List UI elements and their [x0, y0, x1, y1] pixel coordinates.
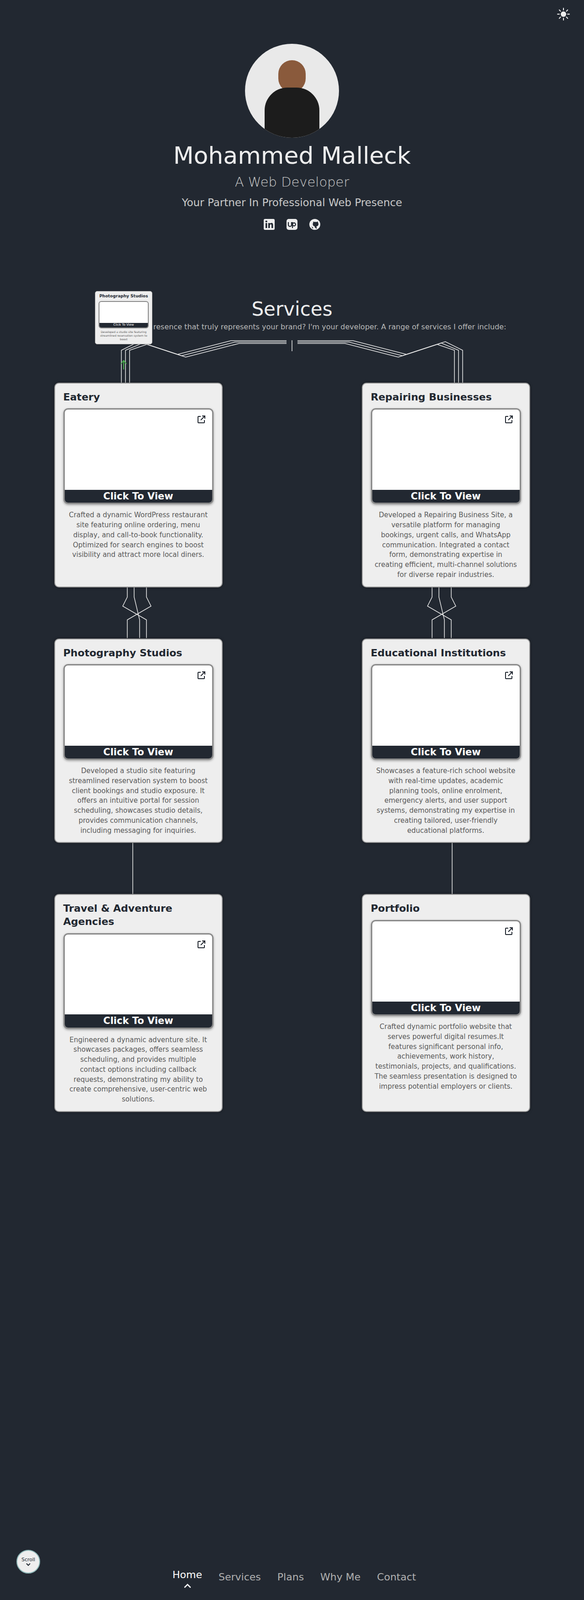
- theme-toggle-sun-icon[interactable]: [557, 7, 570, 21]
- scroll-label: Scroll: [21, 1557, 36, 1564]
- active-chevron-up-icon: [183, 1584, 192, 1589]
- external-link-icon[interactable]: [196, 671, 206, 681]
- external-link-icon[interactable]: [196, 415, 206, 425]
- tagline-text: Your Partner In Professional Web Presenc…: [181, 196, 402, 210]
- site-preview[interactable]: Click To View: [370, 920, 522, 1017]
- name-heading: Mohammed Malleck: [173, 141, 412, 170]
- click-to-view-button[interactable]: Click To View: [64, 745, 213, 759]
- service-card: Travel & Adventure Agencies Click To View…: [54, 894, 223, 1112]
- site-preview[interactable]: Click To View: [63, 933, 214, 1030]
- service-card: Educational Institutions Click To View Sho…: [361, 638, 531, 844]
- service-card-title: Educational Institutions: [370, 646, 522, 661]
- service-card-description: Engineered a dynamic adventure site. It …: [63, 1035, 214, 1106]
- service-card-description: Developed a studio site featuring stream…: [63, 766, 214, 836]
- services-section: Servicesresence that truly represents yo…: [0, 292, 584, 1113]
- nav-item[interactable]: Contact: [376, 1569, 417, 1585]
- linkedin-icon[interactable]: [263, 218, 276, 231]
- service-card-title: Travel & Adventure Agencies: [63, 902, 214, 929]
- services-subtitle-row: resence that truly represents your brand…: [0, 322, 584, 333]
- site-preview[interactable]: Click To View: [63, 664, 214, 761]
- preview-card-description: Developed a studio site featuring stream…: [98, 330, 149, 342]
- social-links: [263, 218, 321, 231]
- spacer: [0, 1112, 584, 1570]
- nav-link[interactable]: Home: [172, 1569, 203, 1583]
- click-to-view-button[interactable]: Click To View: [64, 1014, 213, 1028]
- external-link-icon[interactable]: [196, 940, 206, 950]
- service-card: Photography Studios Click To View Develope…: [54, 638, 223, 844]
- role-text: A Web Developer: [234, 174, 350, 191]
- service-card-title: Portfolio: [370, 902, 522, 916]
- services-grid: Eatery Click To View Crafted a dynamic Wor…: [54, 382, 531, 1113]
- avatar-photo: [245, 43, 339, 138]
- service-card-description: Crafted a dynamic WordPress restaurant s…: [63, 510, 214, 561]
- scroll-button[interactable]: Scroll: [16, 1550, 41, 1575]
- services-grid-wrap: Eatery Click To View Crafted a dynamic Wor…: [54, 382, 531, 1113]
- external-link-icon[interactable]: [504, 671, 514, 681]
- service-card: Eatery Click To View Crafted a dynamic Wor…: [54, 382, 223, 588]
- nav-link[interactable]: Services: [218, 1571, 261, 1585]
- site-preview[interactable]: Click To View: [370, 408, 522, 505]
- service-card-title: Eatery: [63, 391, 214, 405]
- external-link-icon[interactable]: [504, 415, 514, 425]
- nav-link[interactable]: Why Me: [320, 1571, 361, 1585]
- nav-item[interactable]: Why Me: [320, 1569, 361, 1585]
- github-icon[interactable]: [308, 218, 321, 231]
- service-card-description: Crafted dynamic portfolio website that s…: [370, 1022, 522, 1092]
- avatar-figure: [264, 87, 320, 138]
- service-card-description: Developed a Repairing Business Site, a v…: [370, 510, 522, 580]
- preview-card-title: Photography Studios: [99, 293, 149, 299]
- click-to-view-button[interactable]: Click To View: [64, 490, 213, 503]
- click-to-view-button[interactable]: Click To View: [372, 1001, 520, 1015]
- preview-card-button[interactable]: Click To View: [99, 323, 148, 328]
- service-card: Portfolio Click To View Crafted dynamic po…: [361, 894, 531, 1112]
- services-header: Servicesresence that truly represents yo…: [0, 292, 584, 383]
- nav-item[interactable]: Services: [218, 1569, 261, 1585]
- nav-item[interactable]: Plans: [277, 1569, 304, 1585]
- click-to-view-button[interactable]: Click To View: [372, 745, 520, 759]
- service-card-title: Repairing Businesses: [370, 391, 522, 405]
- site-preview[interactable]: Click To View: [370, 664, 522, 761]
- bottom-nav: Home Services Plans Why Me Contact: [0, 1569, 584, 1600]
- click-to-view-button[interactable]: Click To View: [372, 490, 520, 503]
- service-card: Repairing Businesses Click To View Develop…: [361, 382, 531, 588]
- nav-link[interactable]: Plans: [277, 1571, 304, 1585]
- services-heading: Services: [251, 297, 333, 321]
- services-subtitle: resence that truly represents your brand…: [153, 322, 584, 333]
- service-card-description: Showcases a feature-rich school website …: [370, 766, 522, 836]
- nav-link[interactable]: Contact: [376, 1571, 417, 1585]
- site-preview[interactable]: Click To View: [63, 408, 214, 505]
- nav-item[interactable]: Home: [172, 1569, 203, 1589]
- avatar-person: [264, 60, 320, 138]
- hero: Mohammed Malleck A Web Developer Your Part…: [0, 0, 584, 231]
- chevron-down-icon: [25, 1563, 32, 1567]
- upwork-icon[interactable]: [286, 218, 298, 231]
- preview-card[interactable]: Photography Studios Click To View Develope…: [94, 291, 153, 345]
- preview-card-frame[interactable]: Click To View: [98, 301, 149, 329]
- service-card-title: Photography Studios: [63, 646, 214, 661]
- external-link-icon[interactable]: [504, 927, 514, 937]
